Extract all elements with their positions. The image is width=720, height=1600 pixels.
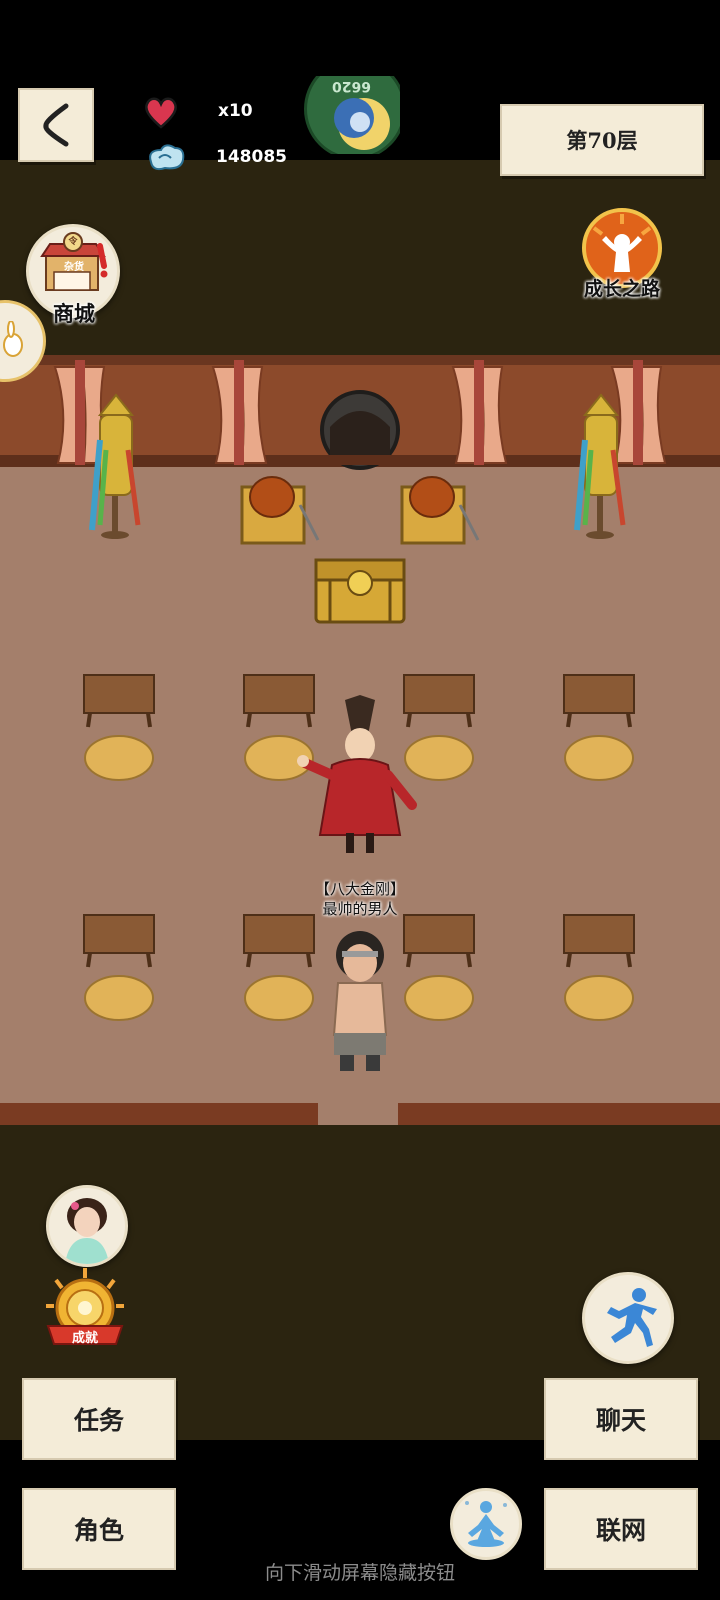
run-button[interactable] [582,1272,674,1364]
running-person-icon [607,1288,657,1347]
meditate-button[interactable] [450,1488,522,1560]
meditation-icon [465,1501,507,1547]
hide-buttons-hint: 向下滑动屏幕隐藏按钮 [264,1562,455,1584]
avatar-number: 6620 [332,78,371,94]
npc-name: 最帅的男人 [322,900,398,918]
lives-count: x10 [218,101,253,121]
treasure-chest [314,558,406,624]
room-scene [0,355,720,1125]
achievement-button[interactable]: 成就 [42,1268,128,1352]
npc-nameplate[interactable]: 【八大金刚】 最帅的男人 [300,879,420,919]
rabbit-icon [3,321,23,357]
currency-amount: 148085 [216,147,287,167]
moon-icon [334,98,390,150]
npc-character [297,695,417,853]
shop-sign-top: 令 [68,237,78,247]
back-button[interactable] [18,88,94,162]
player-character [332,931,388,1071]
girl-portrait-icon [65,1198,109,1264]
chevron-left-icon [43,103,69,147]
growth-path-label: 成长之路 [583,278,660,300]
cloud-coin-icon [149,144,185,171]
npc-title: 【八大金刚】 [314,880,405,898]
player-avatar[interactable]: 6620 [304,76,400,154]
dojo-room: 【八大金刚】 最帅的男人 [0,355,720,1125]
heart-icon [145,97,177,129]
companion-avatar-button[interactable] [46,1185,128,1267]
task-button[interactable]: 任务 [22,1378,176,1460]
shop-button[interactable]: 令 杂货 商城 [26,224,122,334]
growth-path-button[interactable]: 成长之路 [572,206,672,316]
chat-button[interactable]: 聊天 [544,1378,698,1460]
shop-sign-text: 杂货 [64,262,84,273]
floor-level-label: 第70层 [500,104,704,176]
achievement-label: 成就 [71,1331,98,1346]
